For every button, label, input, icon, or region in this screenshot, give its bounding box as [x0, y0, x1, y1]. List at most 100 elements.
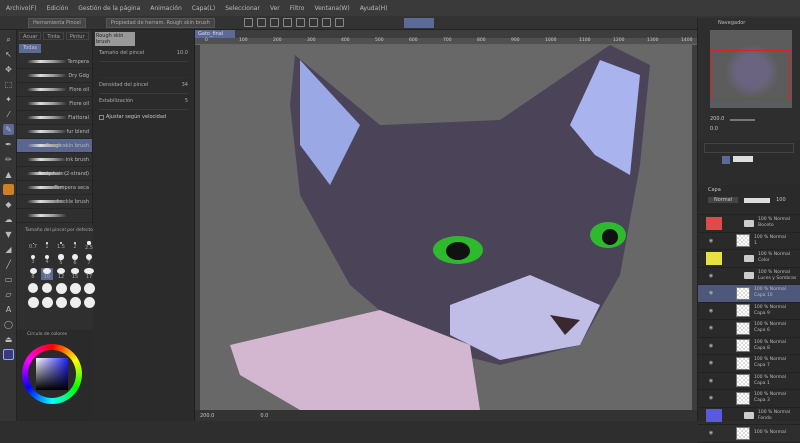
brush-size-preset[interactable]: 7: [83, 254, 95, 266]
navigator-tab[interactable]: Navegador: [698, 18, 800, 28]
brush-size-preset[interactable]: 15: [69, 268, 81, 280]
undo-icon[interactable]: [282, 17, 292, 27]
menu-item[interactable]: Gestión de la página: [78, 5, 140, 12]
subtool-group[interactable]: Todas: [19, 44, 42, 53]
menu-item[interactable]: Animación: [150, 5, 182, 12]
brush-size-preset[interactable]: 2: [69, 240, 81, 252]
layer-row[interactable]: ◉ 100 % Normal Capa 9: [698, 303, 800, 320]
artwork-canvas[interactable]: [200, 45, 692, 410]
clear-icon[interactable]: [308, 17, 318, 27]
subtool-tab-watercolor[interactable]: Acuar: [19, 32, 42, 40]
layer-row[interactable]: ◉100 % NormalBoceto: [698, 215, 800, 233]
operation-tool-icon[interactable]: ↖: [3, 49, 14, 60]
eye-icon[interactable]: ◉: [706, 430, 716, 436]
brush-item[interactable]: ink brush: [17, 153, 92, 167]
blend-tool-icon[interactable]: ☁: [3, 214, 14, 225]
brush-item[interactable]: Rough skin brush: [17, 139, 92, 153]
menu-item[interactable]: Filtro: [290, 5, 305, 12]
brush-size-preset[interactable]: 5: [55, 254, 67, 266]
auto-select-tool-icon[interactable]: ✦: [3, 94, 14, 105]
eye-icon[interactable]: ◉: [706, 308, 716, 314]
brush-size-preset[interactable]: [55, 282, 67, 294]
layer-row[interactable]: ◉100 % NormalColor: [698, 250, 800, 268]
brush-size-preset[interactable]: [27, 296, 39, 308]
brush-size-preset[interactable]: [55, 296, 67, 308]
density-value[interactable]: 34: [182, 82, 188, 93]
brush-size-preset[interactable]: 3: [27, 254, 39, 266]
eye-icon[interactable]: ◉: [706, 360, 716, 366]
selection-tool-icon[interactable]: ⬚: [3, 79, 14, 90]
brush-tool-icon[interactable]: ✎: [3, 124, 14, 135]
ruler-tool-icon[interactable]: ▱: [3, 289, 14, 300]
brush-size-preset[interactable]: [83, 296, 95, 308]
layer-row[interactable]: ◉ 100 % Normal Capa 8: [698, 338, 800, 355]
gradient-tool-icon[interactable]: ◢: [3, 244, 14, 255]
document-tab[interactable]: Gato_final: [195, 30, 235, 38]
navigator-preview[interactable]: [710, 30, 792, 108]
subtool-tab-ink[interactable]: Tinta: [43, 32, 64, 40]
brush-item[interactable]: Dry Gdg: [17, 69, 92, 83]
new-icon[interactable]: [243, 17, 253, 27]
main-color-swatch[interactable]: [3, 349, 14, 360]
layer-row[interactable]: ◉ 100 % Normal Capa 1: [698, 373, 800, 390]
opacity-value[interactable]: 100: [776, 197, 786, 203]
brush-size-preset[interactable]: 0.7: [27, 240, 39, 252]
brush-size-preset[interactable]: 4: [41, 254, 53, 266]
brush-item[interactable]: freckle brush: [17, 195, 92, 209]
open-icon[interactable]: [256, 17, 266, 27]
brush-item[interactable]: Tempera: [17, 55, 92, 69]
layer-row[interactable]: ◉ 100 % Normal Capa 6: [698, 320, 800, 338]
canvas-angle[interactable]: 0.0: [260, 413, 268, 419]
eye-icon[interactable]: ◉: [706, 343, 716, 349]
layer-row[interactable]: ◉ 100 % Normal Capa 7: [698, 355, 800, 373]
correct-line-tool-icon[interactable]: ⏏: [3, 334, 14, 345]
layer-row[interactable]: ◉ 100 % Normal: [698, 425, 800, 443]
opacity-slider[interactable]: [744, 197, 771, 203]
brush-size-preset[interactable]: [41, 282, 53, 294]
brush-item[interactable]: Flore oil: [17, 83, 92, 97]
menu-item[interactable]: Ayuda(H): [360, 5, 388, 12]
menu-item[interactable]: Seleccionar: [225, 5, 260, 12]
brush-size-preset[interactable]: 12: [55, 268, 67, 280]
eye-icon[interactable]: ◉: [706, 395, 716, 401]
speed-checkbox[interactable]: [99, 114, 104, 120]
eyedropper-tool-icon[interactable]: ⁄: [3, 109, 14, 120]
eye-icon[interactable]: ◉: [706, 378, 716, 384]
layer-color-bar[interactable]: [733, 156, 753, 162]
pen-tool-icon[interactable]: ✒: [3, 139, 14, 150]
menu-item[interactable]: Ver: [270, 5, 280, 12]
brush-size-preset[interactable]: 1: [41, 240, 53, 252]
layer-row[interactable]: ◉100 % NormalFondo: [698, 408, 800, 425]
fill-tool-icon[interactable]: ▼: [3, 229, 14, 240]
menu-item[interactable]: Ventana(W): [314, 5, 349, 12]
layer-row[interactable]: ◉ 100 % Normal 1: [698, 233, 800, 250]
snap-buttons[interactable]: [403, 17, 434, 28]
brush-item[interactable]: Curly hair (2-strand): [17, 167, 92, 181]
brush-item[interactable]: Tempera seca: [17, 181, 92, 195]
navigator-zoom-slider[interactable]: [730, 119, 756, 121]
pencil-tool-icon[interactable]: ✏: [3, 154, 14, 165]
brush-item[interactable]: [17, 209, 92, 223]
navigator-angle[interactable]: 0.0: [710, 126, 718, 132]
brush-size-preset[interactable]: 6: [69, 254, 81, 266]
subtool-tab[interactable]: Herramienta Pincel: [28, 17, 86, 28]
subtool-tab-paint[interactable]: Pintur: [65, 32, 89, 40]
brush-size-preset[interactable]: 2.5: [83, 240, 95, 252]
menu-item[interactable]: Capa(L): [192, 5, 215, 12]
brush-size-preset[interactable]: 1.5: [55, 240, 67, 252]
brush-size-preset[interactable]: [41, 296, 53, 308]
menu-item[interactable]: Archivo(F): [6, 5, 37, 12]
figure-tool-icon[interactable]: ╱: [3, 259, 14, 270]
zoom-tool-icon[interactable]: ⌕: [3, 34, 14, 45]
layer-row[interactable]: ◉ 100 % Normal Luces y Sombras: [698, 268, 800, 285]
stabilization-value[interactable]: 5: [185, 98, 188, 109]
property-tab[interactable]: Propiedad de herram. Rough skin brush: [105, 17, 215, 28]
canvas-zoom[interactable]: 200.0: [200, 413, 214, 419]
brush-item[interactable]: fur blend: [17, 125, 92, 139]
brush-size-preset[interactable]: [27, 282, 39, 294]
brush-size-preset[interactable]: 10: [41, 268, 53, 280]
redo-icon[interactable]: [295, 17, 305, 27]
frame-tool-icon[interactable]: ▭: [3, 274, 14, 285]
brush-size-value[interactable]: 10.0: [177, 50, 188, 61]
transform-icon[interactable]: [334, 17, 344, 27]
